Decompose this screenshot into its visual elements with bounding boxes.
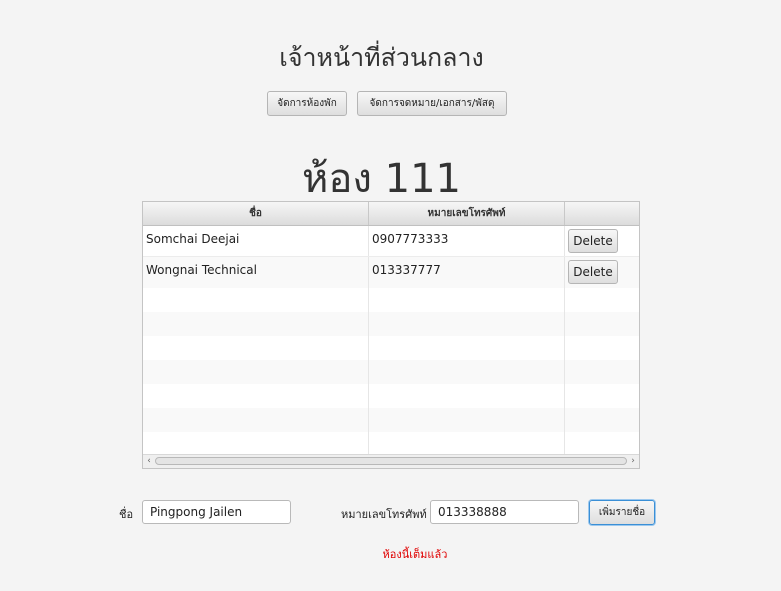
- cell-name: Wongnai Technical: [143, 257, 369, 288]
- empty-cell: [143, 432, 369, 456]
- manage-mail-button[interactable]: จัดการจดหมาย/เอกสาร/พัสดุ: [357, 91, 507, 116]
- empty-row: [143, 312, 639, 336]
- page-title: เจ้าหน้าที่ส่วนกลาง: [279, 43, 484, 72]
- empty-row: [143, 432, 639, 456]
- scroll-right-icon[interactable]: ›: [628, 456, 638, 467]
- column-header-phone[interactable]: หมายเลขโทรศัพท์: [369, 202, 565, 225]
- horizontal-scrollbar[interactable]: ‹ ›: [143, 454, 639, 468]
- empty-cell: [369, 384, 565, 408]
- cell-action: Delete: [565, 257, 639, 288]
- empty-cell: [143, 336, 369, 360]
- empty-row: [143, 384, 639, 408]
- empty-cell: [369, 408, 565, 432]
- empty-cell: [369, 360, 565, 384]
- add-resident-button[interactable]: เพิ่มรายชื่อ: [589, 500, 655, 525]
- cell-phone: 013337777: [369, 257, 565, 288]
- empty-cell: [143, 408, 369, 432]
- phone-label: หมายเลขโทรศัพท์: [341, 508, 427, 521]
- empty-row: [143, 288, 639, 312]
- residents-table: ชื่อ หมายเลขโทรศัพท์ Somchai Deejai 0907…: [142, 201, 640, 469]
- empty-cell: [369, 312, 565, 336]
- empty-row: [143, 360, 639, 384]
- empty-row: [143, 336, 639, 360]
- cell-action: Delete: [565, 226, 639, 256]
- empty-cell: [369, 336, 565, 360]
- empty-cell: [369, 288, 565, 312]
- cell-name: Somchai Deejai: [143, 226, 369, 256]
- empty-cell: [369, 432, 565, 456]
- error-message: ห้องนี้เต็มแล้ว: [382, 548, 448, 561]
- empty-cell: [143, 360, 369, 384]
- delete-button[interactable]: Delete: [568, 260, 618, 284]
- column-header-name[interactable]: ชื่อ: [143, 202, 369, 225]
- manage-rooms-button[interactable]: จัดการห้องพัก: [267, 91, 347, 116]
- column-header-action[interactable]: [565, 202, 639, 225]
- delete-button[interactable]: Delete: [568, 229, 618, 253]
- empty-row: [143, 408, 639, 432]
- name-input[interactable]: [142, 500, 291, 524]
- cell-phone: 0907773333: [369, 226, 565, 256]
- table-row[interactable]: Wongnai Technical 013337777 Delete: [143, 257, 639, 288]
- phone-input[interactable]: [430, 500, 579, 524]
- scroll-left-icon[interactable]: ‹: [144, 456, 154, 467]
- table-row[interactable]: Somchai Deejai 0907773333 Delete: [143, 226, 639, 257]
- empty-cell: [143, 312, 369, 336]
- empty-cell: [143, 288, 369, 312]
- table-header: ชื่อ หมายเลขโทรศัพท์: [143, 202, 639, 226]
- name-label: ชื่อ: [119, 508, 134, 521]
- scrollbar-thumb[interactable]: [155, 457, 627, 465]
- empty-cell: [143, 384, 369, 408]
